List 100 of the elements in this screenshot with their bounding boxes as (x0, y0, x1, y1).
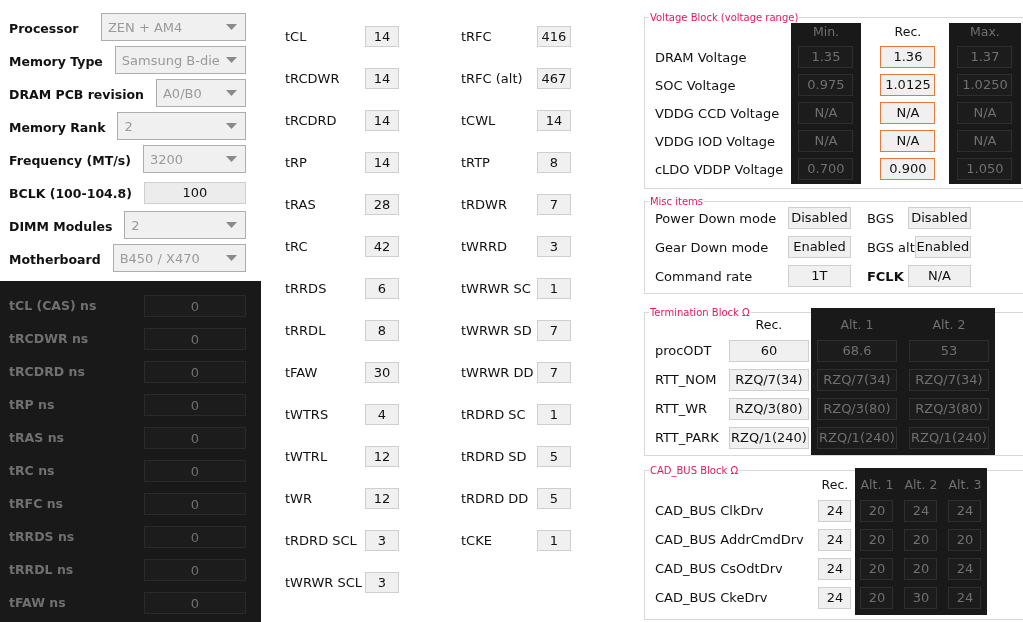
column-header: Rec. (894, 23, 922, 40)
timing-label: tRDRD DD (460, 491, 529, 506)
setting-label: DIMM Modules (9, 219, 113, 234)
timing-label: tWRWR DD (460, 365, 534, 380)
value-field[interactable]: 7 (536, 194, 571, 215)
value-field[interactable]: 1T (787, 265, 851, 287)
setting-label: FCLK (866, 268, 904, 284)
value-field[interactable]: Disabled (907, 207, 971, 229)
value-field[interactable]: Enabled (914, 236, 971, 258)
value-field[interactable]: 24 (818, 500, 852, 522)
column-header: Min. (812, 23, 840, 40)
value-field[interactable]: 14 (364, 110, 399, 131)
value-field[interactable]: 14 (364, 68, 399, 89)
value-field[interactable]: 3 (364, 572, 399, 593)
setting-label: BCLK (100-104.8) (9, 186, 132, 201)
setting-label: Gear Down mode (654, 239, 769, 255)
voltage-label: VDDG CCD Voltage (654, 105, 781, 123)
value-field[interactable]: 28 (364, 194, 399, 215)
setting-label: BGS alt (866, 239, 915, 255)
value-field[interactable]: 8 (536, 152, 571, 173)
timing-label: tRFC ns (9, 496, 63, 511)
timing-label: tRCDWR ns (9, 331, 89, 346)
setting-label: Motherboard (9, 252, 101, 267)
termination-label: RTT_WR (654, 400, 709, 418)
timing-label: tRDWR (460, 197, 507, 212)
value-field[interactable]: 6 (364, 278, 399, 299)
column-header: Alt. 2 (932, 316, 966, 333)
input-field[interactable]: 100 (143, 182, 246, 204)
value-field[interactable]: 5 (536, 488, 571, 509)
value-field[interactable]: N/A (880, 102, 936, 124)
timing-label: tWRWR SC (460, 281, 531, 296)
value-field[interactable]: 5 (536, 446, 571, 467)
column-header: Max. (970, 23, 1000, 40)
value-field[interactable]: RZQ/3(80) (908, 398, 989, 420)
value-field[interactable]: 0.700 (798, 158, 854, 180)
cad-bus-label: CAD_BUS CkeDrv (654, 589, 769, 607)
value-field[interactable]: 1 (536, 404, 571, 425)
caret-icon (225, 90, 237, 96)
group-title: Misc items (648, 196, 705, 207)
setting-label: BGS (866, 210, 894, 226)
value-field[interactable]: 24 (818, 558, 852, 580)
value-field[interactable]: RZQ/7(34) (728, 369, 809, 391)
value-field[interactable]: 24 (818, 587, 852, 609)
timing-label: tRAS (284, 197, 316, 212)
value-field[interactable]: Disabled (787, 207, 851, 229)
cad-bus-label: CAD_BUS CsOdtDrv (654, 560, 784, 578)
timing-label: tRFC (460, 29, 492, 44)
value-field[interactable]: 7 (536, 362, 571, 383)
timing-label: tWRWR SCL (284, 575, 362, 590)
value-field[interactable]: 1.36 (880, 46, 936, 68)
timing-label: tRRDL (284, 323, 326, 338)
value-field[interactable]: 68.6 (816, 340, 897, 362)
timing-label: tRRDS (284, 281, 327, 296)
value-field[interactable]: 14 (364, 26, 399, 47)
timing-label: tRRDL ns (9, 562, 74, 577)
caret-icon (225, 255, 237, 261)
value-field[interactable]: 0.900 (880, 158, 936, 180)
timing-label: tRC ns (9, 463, 55, 478)
value-field[interactable]: N/A (907, 265, 971, 287)
value-field[interactable]: 4 (364, 404, 399, 425)
termination-label: procODT (654, 342, 713, 360)
value-field[interactable]: 24 (818, 529, 852, 551)
timing-label: tCL (CAS) ns (9, 298, 97, 313)
value-field[interactable]: 3 (364, 530, 399, 551)
value-field[interactable]: 14 (536, 110, 571, 131)
value-field[interactable]: 42 (364, 236, 399, 257)
termination-label: RTT_NOM (654, 371, 718, 389)
value-field[interactable]: 1 (536, 278, 571, 299)
value-field[interactable]: 3 (536, 236, 571, 257)
value-field[interactable]: 60 (728, 340, 809, 362)
value-field[interactable]: 7 (536, 320, 571, 341)
value-field[interactable]: N/A (880, 130, 936, 152)
value-field[interactable]: 30 (364, 362, 399, 383)
value-field[interactable]: 416 (536, 26, 571, 47)
value-field[interactable]: 1 (536, 530, 571, 551)
value-field[interactable]: 12 (364, 488, 399, 509)
timing-label: tRDRD SCL (284, 533, 357, 548)
timing-label: tCL (284, 29, 307, 44)
value-field[interactable]: 12 (364, 446, 399, 467)
timing-label: tRP (284, 155, 307, 170)
timing-label: tWTRL (284, 449, 328, 464)
value-field[interactable]: RZQ/1(240) (728, 427, 809, 449)
voltage-label: SOC Voltage (654, 77, 737, 95)
value-field[interactable]: RZQ/3(80) (728, 398, 809, 420)
setting-label: Processor (9, 21, 79, 36)
value-field[interactable]: 1.0125 (880, 74, 936, 96)
caret-icon (225, 57, 237, 63)
timing-label: tRC (284, 239, 308, 254)
value-field[interactable]: 14 (364, 152, 399, 173)
value-field[interactable]: RZQ/3(80) (816, 398, 897, 420)
value-field[interactable]: 467 (536, 68, 571, 89)
cad-bus-label: CAD_BUS ClkDrv (654, 502, 765, 520)
group-title: CAD_BUS Block Ω (648, 465, 740, 476)
voltage-label: VDDG IOD Voltage (654, 133, 777, 151)
column-header: Alt. 2 (904, 476, 938, 493)
value-field[interactable]: 8 (364, 320, 399, 341)
timing-label: tWR (284, 491, 312, 506)
value-field[interactable]: 0.975 (798, 74, 854, 96)
value-field[interactable]: Enabled (787, 236, 851, 258)
timing-label: tRFC (alt) (460, 71, 523, 86)
